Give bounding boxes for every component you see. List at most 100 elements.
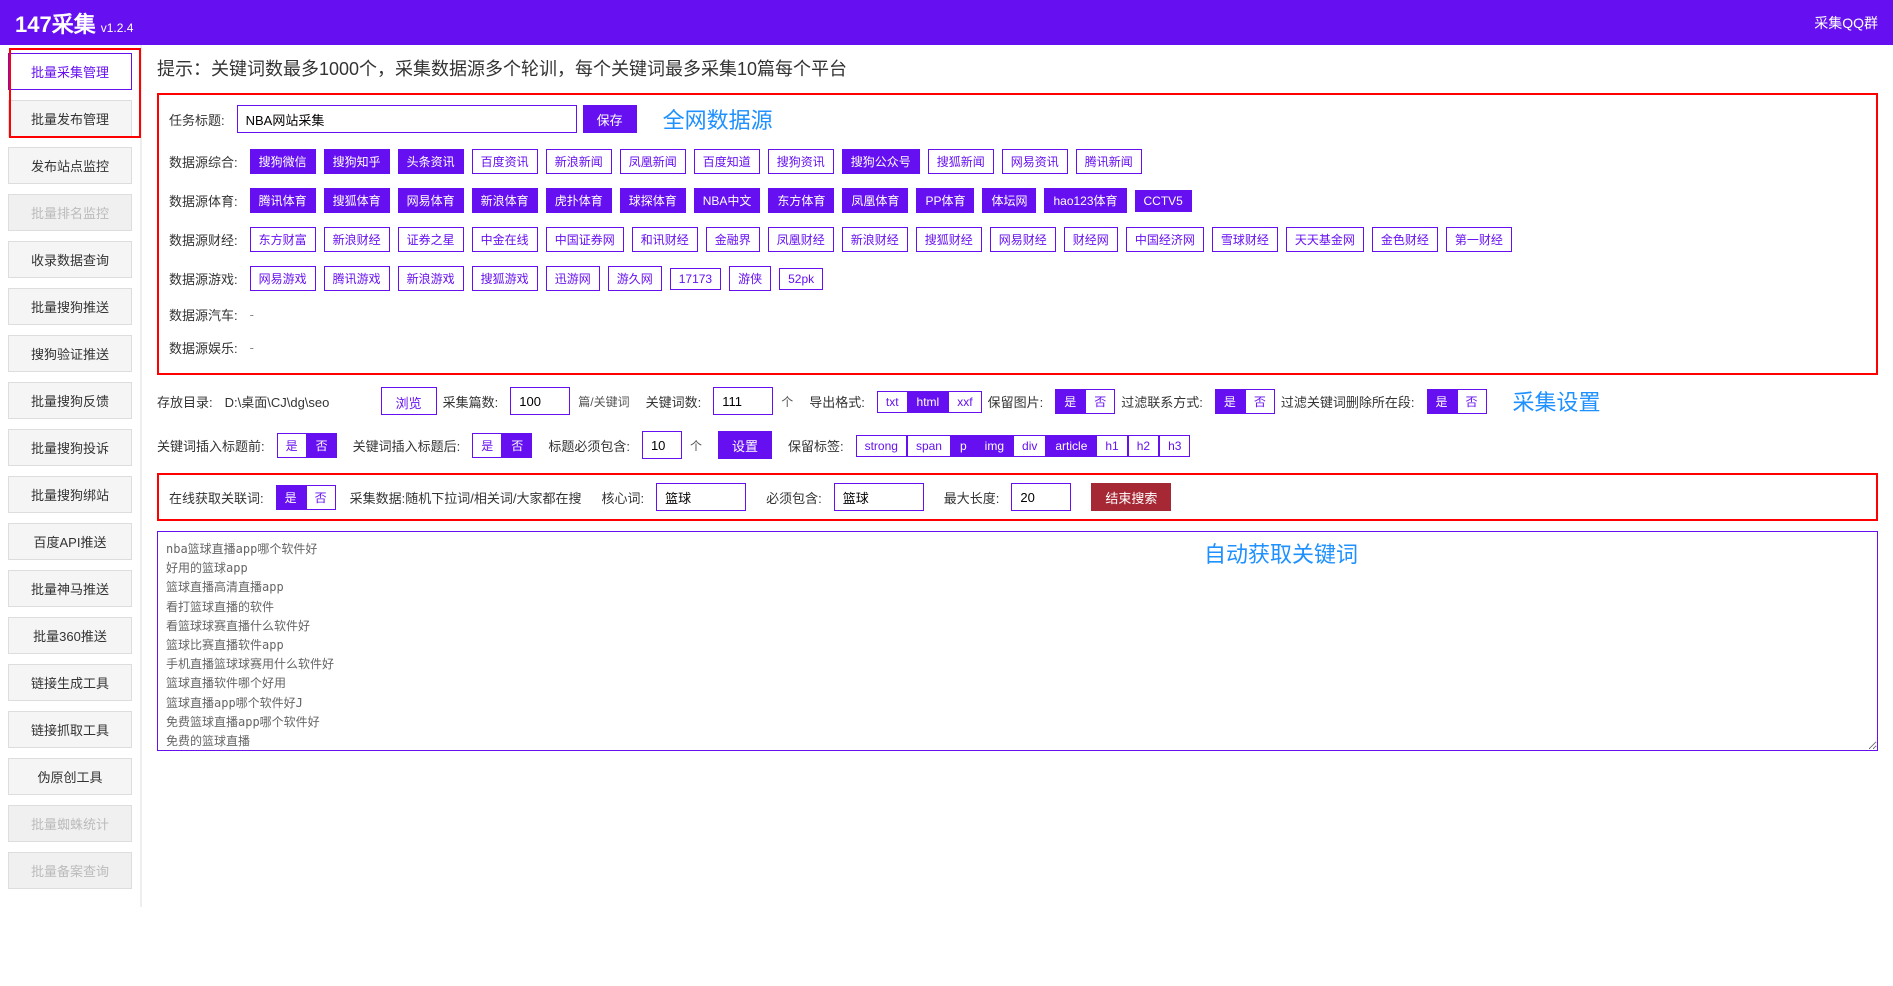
pre-toggle[interactable]: 是 否	[277, 433, 337, 458]
source-tag[interactable]: 17173	[670, 268, 721, 290]
source-tag[interactable]: 财经网	[1064, 227, 1118, 252]
task-title-input[interactable]	[237, 105, 577, 133]
source-tag[interactable]: 搜狗知乎	[324, 149, 390, 174]
sidebar-item[interactable]: 批量搜狗绑站	[8, 476, 132, 513]
keep-tag-option[interactable]: div	[1013, 435, 1046, 457]
title-num-input[interactable]	[642, 431, 682, 459]
kw-input[interactable]	[713, 387, 773, 415]
source-tag[interactable]: 搜狐体育	[324, 188, 390, 213]
source-tag[interactable]: 中国经济网	[1126, 227, 1204, 252]
source-tag[interactable]: 网易资讯	[1002, 149, 1068, 174]
title-set-button[interactable]: 设置	[718, 431, 772, 459]
source-tag[interactable]: 搜狗公众号	[842, 149, 920, 174]
source-tag[interactable]: 网易游戏	[250, 266, 316, 291]
keep-tag-option[interactable]: h1	[1096, 435, 1127, 457]
source-tag[interactable]: NBA中文	[694, 188, 761, 213]
sidebar-item[interactable]: 百度API推送	[8, 523, 132, 560]
source-tag[interactable]: 52pk	[779, 268, 823, 290]
img-toggle[interactable]: 是 否	[1055, 389, 1115, 414]
post-no[interactable]: 否	[502, 433, 532, 458]
source-tag[interactable]: 搜狗微信	[250, 149, 316, 174]
keep-tag-option[interactable]: p	[951, 435, 976, 457]
save-button[interactable]: 保存	[583, 105, 637, 133]
sidebar-item[interactable]: 链接生成工具	[8, 664, 132, 701]
source-tag[interactable]: 虎扑体育	[546, 188, 612, 213]
source-tag[interactable]: 游侠	[729, 266, 771, 291]
source-tag[interactable]: CCTV5	[1135, 190, 1192, 212]
source-tag[interactable]: hao123体育	[1044, 188, 1126, 213]
qq-group-link[interactable]: 采集QQ群	[1814, 13, 1878, 33]
source-tag[interactable]: 雪球财经	[1212, 227, 1278, 252]
source-tag[interactable]: 东方体育	[768, 188, 834, 213]
keep-tag-option[interactable]: span	[907, 435, 951, 457]
sidebar-item[interactable]: 链接抓取工具	[8, 711, 132, 748]
sidebar-item[interactable]: 批量神马推送	[8, 570, 132, 607]
contact-yes[interactable]: 是	[1215, 389, 1245, 414]
source-tag[interactable]: 和讯财经	[632, 227, 698, 252]
source-tag[interactable]: 百度知道	[694, 149, 760, 174]
source-tag[interactable]: 搜狐财经	[916, 227, 982, 252]
sidebar-item[interactable]: 批量发布管理	[8, 100, 132, 137]
max-input[interactable]	[1011, 483, 1071, 511]
online-toggle[interactable]: 是 否	[276, 485, 336, 510]
sidebar-item[interactable]: 伪原创工具	[8, 758, 132, 795]
sidebar-item[interactable]: 搜狗验证推送	[8, 335, 132, 372]
keep-tag-option[interactable]: h3	[1159, 435, 1190, 457]
sidebar-item[interactable]: 批量360推送	[8, 617, 132, 654]
source-tag[interactable]: 新浪体育	[472, 188, 538, 213]
source-tag[interactable]: 凤凰新闻	[620, 149, 686, 174]
source-tag[interactable]: PP体育	[916, 188, 974, 213]
del-toggle[interactable]: 是 否	[1427, 389, 1487, 414]
source-tag[interactable]: 球探体育	[620, 188, 686, 213]
format-option[interactable]: xxf	[948, 391, 981, 413]
end-search-button[interactable]: 结束搜索	[1091, 483, 1171, 511]
source-tag[interactable]: 搜狐游戏	[472, 266, 538, 291]
source-tag[interactable]: 新浪新闻	[546, 149, 612, 174]
source-tag[interactable]: 金融界	[706, 227, 760, 252]
pre-no[interactable]: 否	[307, 433, 337, 458]
source-tag[interactable]: 东方财富	[250, 227, 316, 252]
contact-no[interactable]: 否	[1245, 389, 1275, 414]
source-tag[interactable]: 搜狗资讯	[768, 149, 834, 174]
post-toggle[interactable]: 是 否	[472, 433, 532, 458]
browse-button[interactable]: 浏览	[381, 387, 437, 415]
source-tag[interactable]: 腾讯游戏	[324, 266, 390, 291]
del-yes[interactable]: 是	[1427, 389, 1457, 414]
source-tag[interactable]: 体坛网	[982, 188, 1036, 213]
source-tag[interactable]: 迅游网	[546, 266, 600, 291]
source-tag[interactable]: 凤凰体育	[842, 188, 908, 213]
sidebar-item[interactable]: 发布站点监控	[8, 147, 132, 184]
source-tag[interactable]: 腾讯新闻	[1076, 149, 1142, 174]
source-tag[interactable]: 新浪游戏	[398, 266, 464, 291]
keep-tag-option[interactable]: img	[976, 435, 1013, 457]
source-tag[interactable]: 新浪财经	[842, 227, 908, 252]
count-input[interactable]	[510, 387, 570, 415]
post-yes[interactable]: 是	[472, 433, 502, 458]
source-tag[interactable]: 中金在线	[472, 227, 538, 252]
source-tag[interactable]: 百度资讯	[472, 149, 538, 174]
sidebar-item[interactable]: 批量搜狗投诉	[8, 429, 132, 466]
source-tag[interactable]: 腾讯体育	[250, 188, 316, 213]
keep-tag-option[interactable]: article	[1046, 435, 1096, 457]
source-tag[interactable]: 金色财经	[1372, 227, 1438, 252]
source-tag[interactable]: 证券之星	[398, 227, 464, 252]
source-tag[interactable]: 网易财经	[990, 227, 1056, 252]
sidebar-item[interactable]: 批量搜狗反馈	[8, 382, 132, 419]
online-yes[interactable]: 是	[276, 485, 306, 510]
source-tag[interactable]: 凤凰财经	[768, 227, 834, 252]
format-option[interactable]: html	[908, 391, 949, 413]
source-tag[interactable]: 网易体育	[398, 188, 464, 213]
keep-tag-option[interactable]: h2	[1128, 435, 1159, 457]
source-tag[interactable]: 头条资讯	[398, 149, 464, 174]
img-no[interactable]: 否	[1085, 389, 1115, 414]
format-option[interactable]: txt	[877, 391, 908, 413]
source-tag[interactable]: 搜狐新闻	[928, 149, 994, 174]
contact-toggle[interactable]: 是 否	[1215, 389, 1275, 414]
img-yes[interactable]: 是	[1055, 389, 1085, 414]
source-tag[interactable]: 天天基金网	[1286, 227, 1364, 252]
del-no[interactable]: 否	[1457, 389, 1487, 414]
source-tag[interactable]: 游久网	[608, 266, 662, 291]
keep-tag-option[interactable]: strong	[856, 435, 907, 457]
source-tag[interactable]: 中国证券网	[546, 227, 624, 252]
source-tag[interactable]: 第一财经	[1446, 227, 1512, 252]
